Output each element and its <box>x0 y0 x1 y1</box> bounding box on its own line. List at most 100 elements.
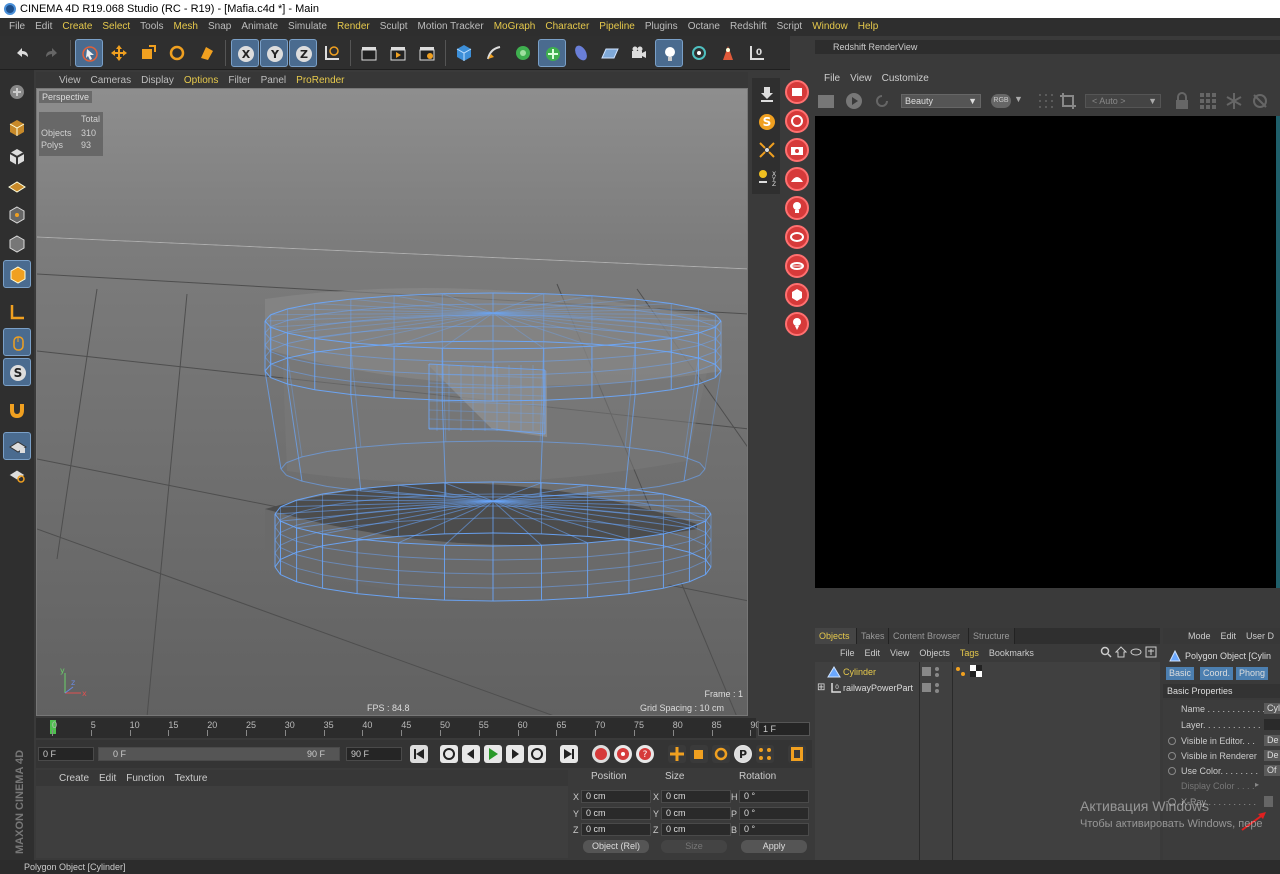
position-z-field[interactable]: 0 cm <box>581 823 651 836</box>
live-selection-button[interactable] <box>75 39 103 67</box>
cube-object-button[interactable] <box>450 39 478 67</box>
make-editable-button[interactable] <box>3 78 31 106</box>
resolution-dropdown[interactable]: < Auto > ▼ <box>1085 94 1161 108</box>
menu-pipeline[interactable]: Pipeline <box>594 18 640 36</box>
y-axis-lock-button[interactable]: Y <box>260 39 288 67</box>
z-axis-lock-button[interactable]: Z <box>289 39 317 67</box>
menu-redshift[interactable]: Redshift <box>725 18 772 36</box>
menu-edit[interactable]: Edit <box>30 18 57 36</box>
redo-button[interactable] <box>38 39 66 67</box>
aov-dropdown[interactable]: Beauty ▼ <box>901 94 981 108</box>
menu-tools[interactable]: Tools <box>135 18 168 36</box>
visibility-dots-icon[interactable] <box>922 666 944 678</box>
character-tools-button[interactable] <box>714 39 742 67</box>
drop-to-floor-button[interactable] <box>753 80 781 108</box>
attributes-menu-mode[interactable]: Mode <box>1183 631 1216 641</box>
menu-select[interactable]: Select <box>97 18 135 36</box>
rotation-h-field[interactable]: 0 ° <box>739 790 809 803</box>
effector-button[interactable] <box>685 39 713 67</box>
animate-radio[interactable] <box>1168 752 1176 760</box>
point-mode-button[interactable] <box>3 201 31 229</box>
clapper-icon[interactable] <box>817 92 835 110</box>
keyframe-selection-button[interactable]: ? <box>636 745 654 763</box>
viewport-menu-prorender[interactable]: ProRender <box>291 75 349 86</box>
center-axis-button[interactable] <box>753 136 781 164</box>
previous-frame-button[interactable] <box>462 745 480 763</box>
home-icon[interactable] <box>1115 646 1127 658</box>
search-icon[interactable] <box>1100 646 1112 658</box>
renderview-canvas[interactable] <box>815 116 1276 588</box>
menu-create[interactable]: Create <box>57 18 97 36</box>
model-mode-button[interactable] <box>3 114 31 142</box>
pen-spline-button[interactable] <box>480 39 508 67</box>
crop-icon[interactable] <box>1059 92 1077 110</box>
previous-key-button[interactable] <box>440 745 458 763</box>
rotate-tool-button[interactable] <box>163 39 191 67</box>
snowflake-icon[interactable] <box>1225 92 1243 110</box>
timeline-window-button[interactable] <box>788 745 806 763</box>
go-to-start-button[interactable] <box>410 745 428 763</box>
material-manager-area[interactable] <box>36 786 568 858</box>
size-z-field[interactable]: 0 cm <box>661 823 731 836</box>
start-frame-field[interactable]: 0 F <box>38 747 94 761</box>
redshift-proxy-button[interactable] <box>785 283 809 307</box>
coordinate-system-button[interactable] <box>318 39 346 67</box>
refresh-icon[interactable] <box>873 92 891 110</box>
rgb-channel-button[interactable]: RGB <box>991 94 1011 108</box>
menu-snap[interactable]: Snap <box>203 18 236 36</box>
point-level-key-button[interactable] <box>756 745 774 763</box>
viewport-menu-options[interactable]: Options <box>179 75 223 86</box>
texture-mode-button[interactable] <box>3 143 31 171</box>
frame-range-slider[interactable]: 0 F 90 F <box>98 747 340 761</box>
perspective-viewport[interactable]: y x z Perspective Total Objects 310 Poly… <box>36 88 748 716</box>
redshift-camera-button[interactable] <box>785 80 809 104</box>
menu-help[interactable]: Help <box>853 18 884 36</box>
scale-key-button[interactable] <box>690 745 708 763</box>
undo-button[interactable] <box>8 39 36 67</box>
menu-render[interactable]: Render <box>332 18 375 36</box>
renderview-menu-view[interactable]: View <box>845 73 877 84</box>
redshift-spot-light-button[interactable] <box>785 225 809 249</box>
x-axis-lock-button[interactable]: X <box>231 39 259 67</box>
animate-radio[interactable] <box>1168 737 1176 745</box>
render-to-picture-viewer-button[interactable] <box>384 39 412 67</box>
locked-workplane-button[interactable] <box>3 432 31 460</box>
magnet-tool-button[interactable] <box>3 395 31 423</box>
objects-menu-bookmarks[interactable]: Bookmarks <box>984 648 1039 658</box>
position-key-button[interactable] <box>668 745 686 763</box>
objects-menu-tags[interactable]: Tags <box>955 648 984 658</box>
menu-file[interactable]: File <box>4 18 30 36</box>
light-button[interactable] <box>655 39 683 67</box>
viewport-menu-view[interactable]: View <box>54 75 86 86</box>
chevron-right-icon[interactable]: ▸ <box>1255 778 1259 792</box>
timeline-ruler[interactable]: 0 5 10 15 20 25 30 35 40 45 50 55 60 65 70 75 80 85 90 <box>36 718 760 738</box>
menu-mesh[interactable]: Mesh <box>169 18 203 36</box>
attributes-menu-edit[interactable]: Edit <box>1216 631 1242 641</box>
material-menu-create[interactable]: Create <box>54 773 94 784</box>
workplane-mode-button[interactable] <box>3 172 31 200</box>
objects-menu-edit[interactable]: Edit <box>860 648 886 658</box>
redshift-snapshot-button[interactable] <box>785 138 809 162</box>
renderview-menu-customize[interactable]: Customize <box>877 73 934 84</box>
tab-takes[interactable]: Takes <box>857 628 889 644</box>
script-s-button[interactable]: S <box>753 108 781 136</box>
x-ray-checkbox[interactable] <box>1264 796 1273 807</box>
objects-menu-file[interactable]: File <box>835 648 860 658</box>
viewport-menu-panel[interactable]: Panel <box>256 75 292 86</box>
objects-menu-objects[interactable]: Objects <box>914 648 955 658</box>
deformer-button[interactable] <box>567 39 595 67</box>
material-menu-function[interactable]: Function <box>121 773 169 784</box>
position-x-field[interactable]: 0 cm <box>581 790 651 803</box>
enable-axis-button[interactable] <box>3 298 31 326</box>
viewport-camera-label[interactable]: Perspective <box>39 91 93 103</box>
menu-simulate[interactable]: Simulate <box>283 18 332 36</box>
planar-workplane-button[interactable] <box>3 461 31 489</box>
coordinate-mode-dropdown[interactable]: Object (Rel) <box>583 840 649 853</box>
edge-mode-button[interactable] <box>3 230 31 258</box>
go-to-end-button[interactable] <box>560 745 578 763</box>
viewport-menu-display[interactable]: Display <box>136 75 179 86</box>
floor-button[interactable] <box>596 39 624 67</box>
lens-bokeh-icon[interactable] <box>1251 92 1269 110</box>
menu-mograph[interactable]: MoGraph <box>489 18 541 36</box>
polygon-mode-button[interactable] <box>3 260 31 288</box>
